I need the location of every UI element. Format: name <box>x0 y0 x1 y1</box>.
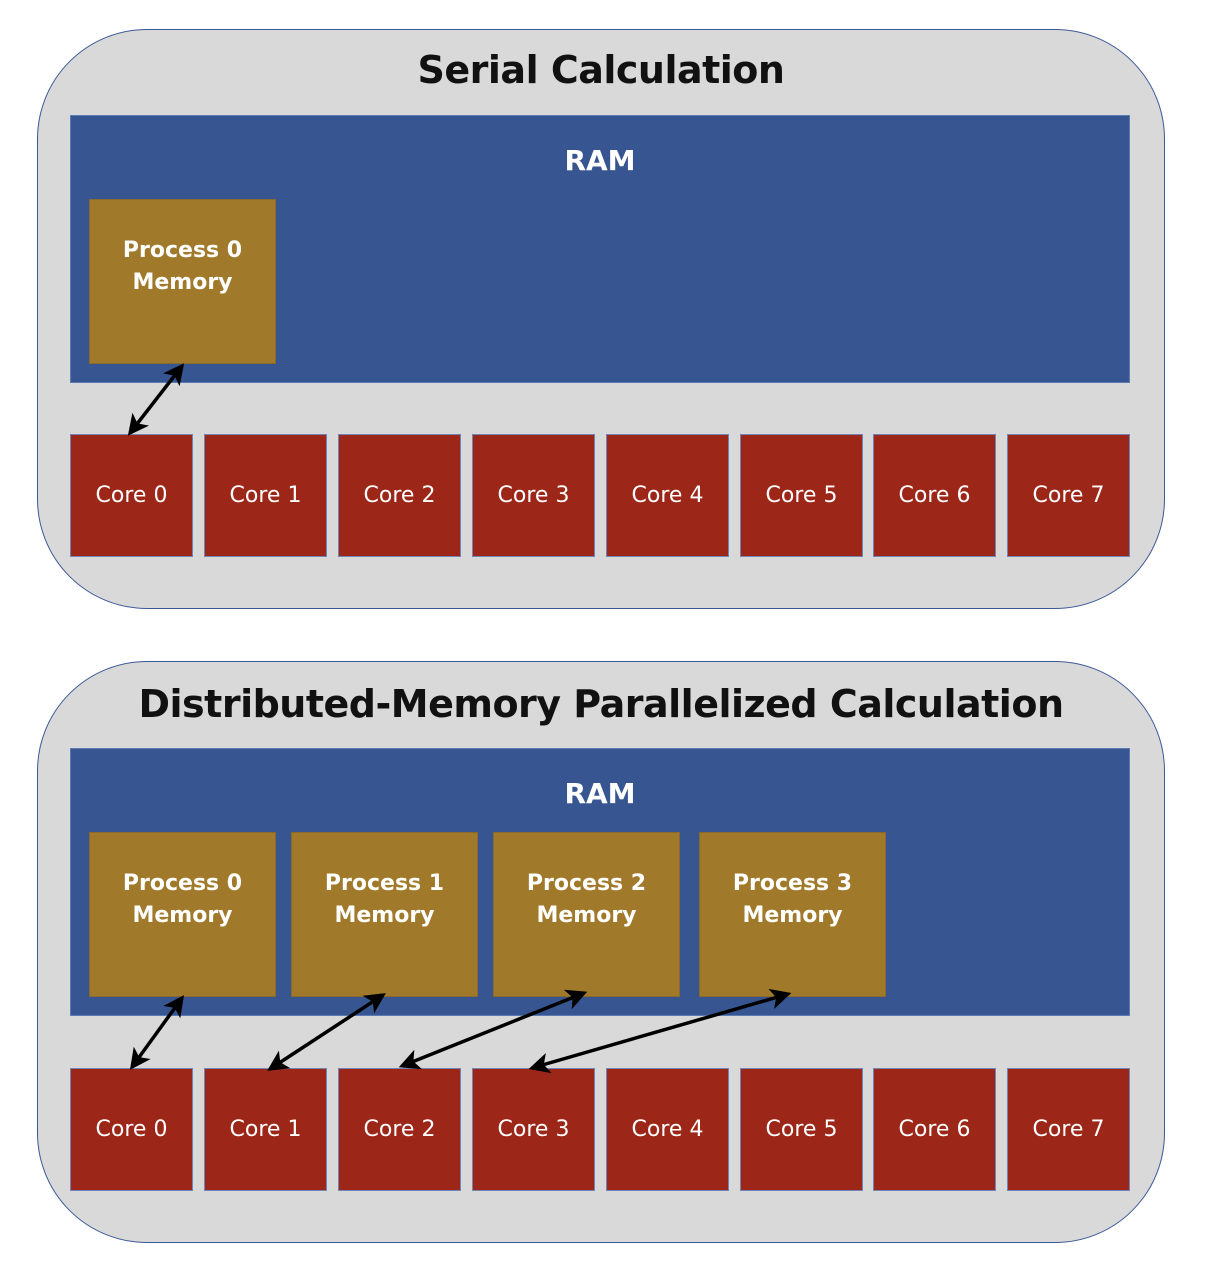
distributed-process-0-memory: Process 0 Memory <box>89 832 276 997</box>
core-label: Core 7 <box>1032 483 1105 508</box>
distributed-ram-label: RAM <box>564 777 636 810</box>
distributed-core-2: Core 2 <box>338 1068 461 1191</box>
serial-core-4: Core 4 <box>606 434 729 557</box>
distributed-process-3-memory: Process 3 Memory <box>699 832 886 997</box>
core-label: Core 1 <box>229 1117 302 1142</box>
distributed-core-0: Core 0 <box>70 1068 193 1191</box>
core-label: Core 4 <box>631 483 704 508</box>
core-label: Core 6 <box>898 483 971 508</box>
serial-core-2: Core 2 <box>338 434 461 557</box>
distributed-core-3: Core 3 <box>472 1068 595 1191</box>
core-label: Core 1 <box>229 483 302 508</box>
distributed-core-6: Core 6 <box>873 1068 996 1191</box>
core-label: Core 2 <box>363 1117 436 1142</box>
core-label: Core 3 <box>497 1117 570 1142</box>
distributed-core-7: Core 7 <box>1007 1068 1130 1191</box>
distributed-core-1: Core 1 <box>204 1068 327 1191</box>
core-label: Core 7 <box>1032 1117 1105 1142</box>
core-label: Core 6 <box>898 1117 971 1142</box>
serial-title: Serial Calculation <box>417 48 785 92</box>
distributed-process-2-memory: Process 2 Memory <box>493 832 680 997</box>
serial-core-0: Core 0 <box>70 434 193 557</box>
serial-core-5: Core 5 <box>740 434 863 557</box>
core-label: Core 2 <box>363 483 436 508</box>
distributed-core-5: Core 5 <box>740 1068 863 1191</box>
core-label: Core 3 <box>497 483 570 508</box>
distributed-process-1-memory: Process 1 Memory <box>291 832 478 997</box>
distributed-core-4: Core 4 <box>606 1068 729 1191</box>
core-label: Core 5 <box>765 483 838 508</box>
serial-core-6: Core 6 <box>873 434 996 557</box>
core-label: Core 4 <box>631 1117 704 1142</box>
distributed-title: Distributed-Memory Parallelized Calculat… <box>138 682 1064 726</box>
core-label: Core 0 <box>95 483 168 508</box>
core-label: Core 5 <box>765 1117 838 1142</box>
core-label: Core 0 <box>95 1117 168 1142</box>
serial-core-1: Core 1 <box>204 434 327 557</box>
serial-ram-label: RAM <box>564 144 636 177</box>
serial-core-3: Core 3 <box>472 434 595 557</box>
serial-process-0-memory: Process 0 Memory <box>89 199 276 364</box>
serial-core-7: Core 7 <box>1007 434 1130 557</box>
